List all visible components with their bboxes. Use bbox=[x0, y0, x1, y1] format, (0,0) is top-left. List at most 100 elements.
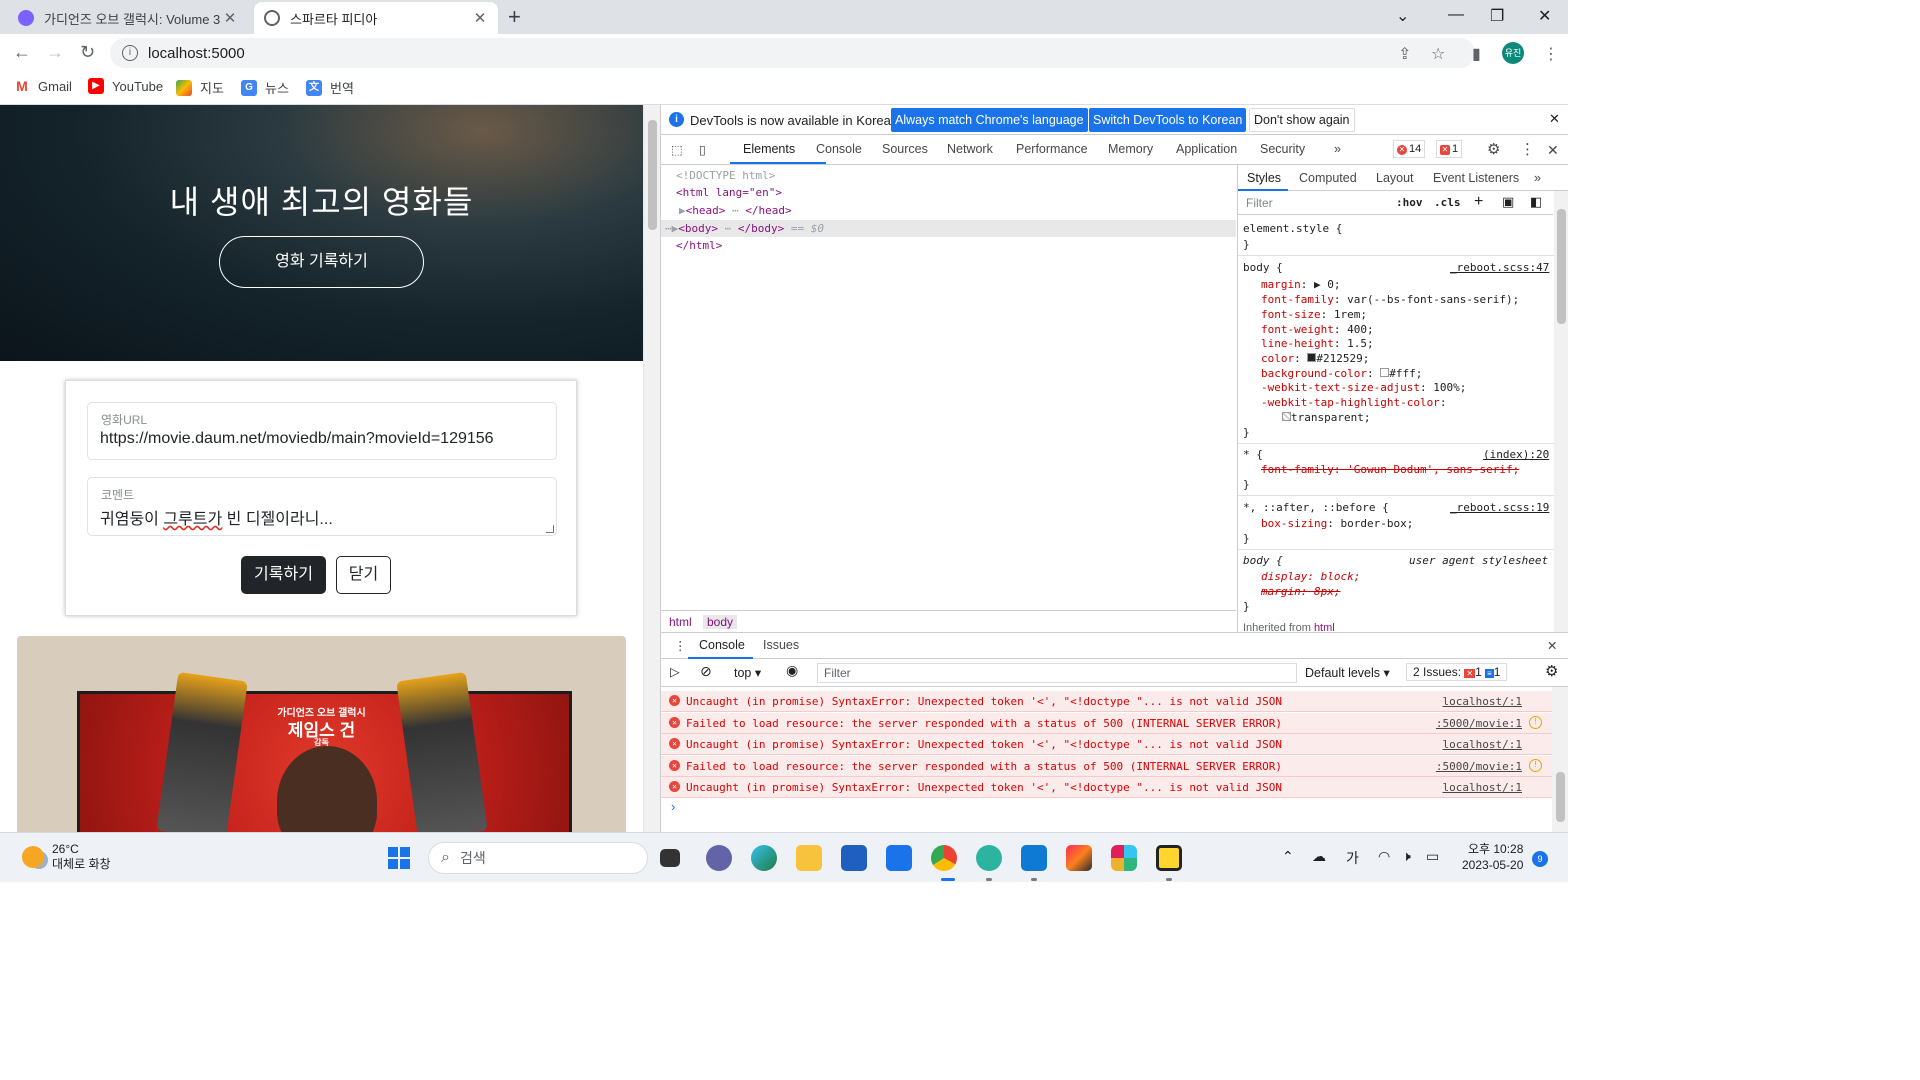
expand-arrow-icon[interactable]: ▶ bbox=[679, 204, 686, 217]
error-source-link[interactable]: localhost/:1 bbox=[1443, 738, 1522, 751]
console-error-row[interactable]: ✕ Uncaught (in promise) SyntaxError: Unex… bbox=[661, 691, 1552, 712]
network-warning-icon[interactable]: ! bbox=[1529, 715, 1542, 729]
notification-badge[interactable]: 9 bbox=[1532, 851, 1548, 867]
css-property[interactable]: -webkit-text-size-adjust: 100%; bbox=[1261, 381, 1466, 394]
error-source-link[interactable]: :5000/movie:1 bbox=[1436, 760, 1522, 773]
settings-gear-icon[interactable]: ⚙ bbox=[1487, 140, 1500, 158]
movie-poster[interactable]: 가디언즈 오브 갤럭시 제임스 건 감독 bbox=[17, 636, 626, 832]
error-source-link[interactable]: localhost/:1 bbox=[1443, 781, 1522, 794]
console-filter-input[interactable]: Filter bbox=[817, 663, 1297, 683]
device-toolbar-icon[interactable]: ▯ bbox=[699, 142, 706, 157]
console-error-row[interactable]: ✕ Uncaught (in promise) SyntaxError: Unex… bbox=[661, 777, 1552, 798]
side-panel-icon[interactable]: ▮ bbox=[1472, 44, 1481, 64]
sidebar-toggle-icon[interactable]: ▷ bbox=[670, 664, 680, 679]
console-scrollbar[interactable] bbox=[1552, 687, 1568, 833]
paint-icon[interactable]: ▣ bbox=[1502, 194, 1514, 210]
body-node[interactable]: ⋯▶<body> ⋯ </body> == $0 bbox=[665, 222, 824, 235]
color-swatch-icon[interactable] bbox=[1282, 412, 1291, 421]
new-rule-icon[interactable]: + bbox=[1474, 193, 1483, 211]
maximize-button[interactable]: ❐ bbox=[1490, 6, 1504, 26]
close-devtools-icon[interactable]: ✕ bbox=[1547, 142, 1559, 159]
resize-grip-icon[interactable] bbox=[546, 525, 554, 533]
live-expression-icon[interactable]: ◉ bbox=[786, 662, 798, 679]
star-rule-source-link[interactable]: (index):20 bbox=[1483, 448, 1549, 461]
teams-chat-icon[interactable] bbox=[706, 845, 732, 871]
page-scrollbar[interactable] bbox=[643, 105, 660, 832]
tab-sources[interactable]: Sources bbox=[882, 142, 928, 156]
color-swatch-icon[interactable] bbox=[1380, 368, 1390, 377]
styles-scrollbar[interactable] bbox=[1554, 191, 1568, 632]
tab-computed[interactable]: Computed bbox=[1299, 171, 1357, 185]
html-node[interactable]: <html lang="en"> bbox=[676, 186, 782, 199]
share-icon[interactable]: ⇪ bbox=[1398, 44, 1411, 64]
body-rule-source-link[interactable]: _reboot.scss:47 bbox=[1450, 261, 1549, 274]
tab-elements[interactable]: Elements bbox=[743, 142, 795, 156]
ime-indicator[interactable]: 가 bbox=[1346, 848, 1359, 868]
comment-textarea[interactable]: 귀염둥이 그루트가 빈 디젤이라니... bbox=[100, 505, 333, 529]
forward-icon[interactable]: → bbox=[46, 42, 64, 63]
ua-margin-property[interactable]: margin: 8px; bbox=[1261, 585, 1340, 598]
edge-icon[interactable] bbox=[751, 845, 777, 871]
task-view-icon[interactable] bbox=[660, 849, 680, 867]
css-property[interactable]: -webkit-tap-highlight-color: bbox=[1261, 396, 1446, 409]
slack-icon[interactable] bbox=[1111, 845, 1137, 871]
close-window-button[interactable]: ✕ bbox=[1538, 6, 1551, 26]
ua-display-property[interactable]: display: block; bbox=[1261, 570, 1360, 583]
ua-rule-selector[interactable]: body { bbox=[1243, 554, 1283, 567]
bookmark-gmail[interactable]: M Gmail bbox=[14, 78, 72, 94]
drawer-tab-console[interactable]: Console bbox=[699, 638, 745, 652]
cls-toggle[interactable]: .cls bbox=[1434, 196, 1461, 209]
store-icon[interactable] bbox=[841, 845, 867, 871]
error-source-link[interactable]: :5000/movie:1 bbox=[1436, 717, 1522, 730]
inspect-icon[interactable]: ⬚ bbox=[671, 142, 683, 157]
site-info-icon[interactable]: i bbox=[122, 45, 138, 61]
error-source-link[interactable]: localhost/:1 bbox=[1443, 695, 1522, 708]
tab-application[interactable]: Application bbox=[1176, 142, 1237, 156]
browser-tab-sparta[interactable]: 스파르타 피디아 ✕ bbox=[254, 2, 498, 34]
close-tab-icon[interactable]: ✕ bbox=[472, 9, 488, 27]
breadcrumb-body[interactable]: body bbox=[703, 615, 738, 629]
console-settings-icon[interactable]: ⚙ bbox=[1545, 662, 1558, 680]
network-warning-icon[interactable]: ! bbox=[1529, 758, 1542, 772]
scrollbar-thumb[interactable] bbox=[1556, 772, 1565, 822]
tab-security[interactable]: Security bbox=[1260, 142, 1305, 156]
start-button[interactable] bbox=[388, 847, 410, 869]
chrome-icon[interactable] bbox=[931, 845, 957, 871]
bookmark-youtube[interactable]: ▶ YouTube bbox=[88, 78, 163, 94]
css-property[interactable]: font-size: 1rem; bbox=[1261, 308, 1367, 321]
profile-avatar[interactable]: 유진 bbox=[1502, 42, 1524, 64]
reload-icon[interactable]: ↻ bbox=[80, 42, 95, 63]
inherited-from-html[interactable]: html bbox=[1314, 622, 1335, 632]
box-rule-source-link[interactable]: _reboot.scss:19 bbox=[1450, 501, 1549, 514]
mail-icon[interactable] bbox=[886, 845, 912, 871]
close-button[interactable]: 닫기 bbox=[336, 556, 391, 594]
app-icon[interactable] bbox=[976, 845, 1002, 871]
console-error-row[interactable]: ✕ Uncaught (in promise) SyntaxError: Unex… bbox=[661, 734, 1552, 755]
close-tab-icon[interactable]: ✕ bbox=[222, 9, 238, 27]
record-movie-button[interactable]: 영화 기록하기 bbox=[219, 236, 424, 288]
css-property-value[interactable]: transparent; bbox=[1282, 411, 1370, 424]
tab-search-icon[interactable]: ⌄ bbox=[1396, 6, 1409, 26]
more-tabs-icon[interactable]: » bbox=[1334, 142, 1341, 156]
wifi-icon[interactable]: ◠ bbox=[1378, 848, 1390, 865]
url-input[interactable]: https://movie.daum.net/moviedb/main?movi… bbox=[100, 430, 494, 448]
styles-filter-input[interactable]: Filter bbox=[1246, 196, 1273, 210]
taskbar-search[interactable]: ⌕ 검색 bbox=[428, 842, 648, 874]
bookmark-star-icon[interactable]: ☆ bbox=[1431, 44, 1445, 64]
close-infobar-icon[interactable]: ✕ bbox=[1549, 111, 1560, 127]
devtools-menu-icon[interactable]: ⋮ bbox=[1520, 140, 1535, 158]
html-close-node[interactable]: </html> bbox=[676, 239, 722, 252]
star-rule-selector[interactable]: * { bbox=[1243, 448, 1263, 461]
bookmark-news[interactable]: G 뉴스 bbox=[241, 78, 289, 97]
submit-button[interactable]: 기록하기 bbox=[241, 556, 326, 594]
new-tab-button[interactable]: + bbox=[508, 4, 521, 30]
issue-count-badge[interactable]: ✕ 1 bbox=[1436, 140, 1463, 158]
browser-tab-guardians[interactable]: 가디언즈 오브 갤럭시: Volume 3 ✕ bbox=[8, 2, 248, 34]
tab-console[interactable]: Console bbox=[816, 142, 862, 156]
bookmark-translate[interactable]: 文 번역 bbox=[306, 78, 354, 97]
css-property[interactable]: color: #212529; bbox=[1261, 352, 1369, 365]
toggle-sidebar-icon[interactable]: ◧ bbox=[1530, 194, 1542, 210]
log-levels-dropdown[interactable]: Default levels ▾ bbox=[1305, 665, 1390, 680]
file-explorer-icon[interactable] bbox=[796, 845, 822, 871]
doctype-node[interactable]: <!DOCTYPE html> bbox=[676, 169, 775, 182]
